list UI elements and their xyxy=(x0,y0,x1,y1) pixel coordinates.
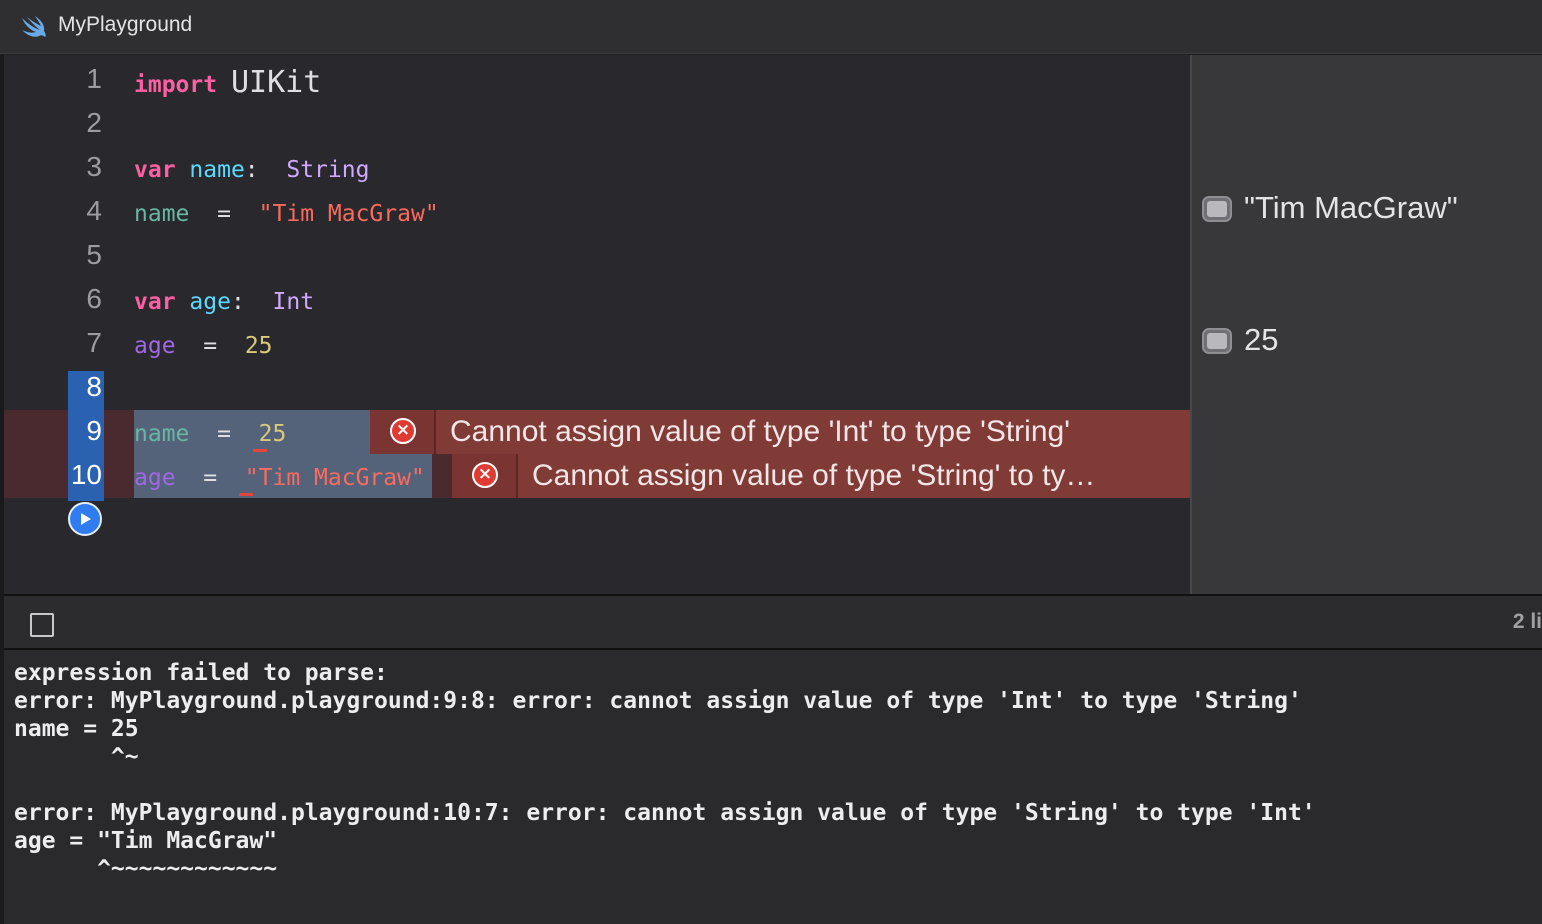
keyword: import xyxy=(134,72,218,98)
code-line[interactable]: age = "Tim MacGraw" xyxy=(134,465,425,491)
line-count-label: 2 li xyxy=(1512,610,1542,633)
line-number[interactable]: 8 xyxy=(4,371,102,403)
result-value: "Tim MacGraw" xyxy=(1244,190,1458,225)
debug-bar: 2 li xyxy=(4,594,1542,650)
hide-console-button[interactable] xyxy=(30,613,54,637)
string-literal: "Tim MacGraw" xyxy=(244,465,425,491)
error-underline xyxy=(253,449,267,452)
line-number: 3 xyxy=(86,151,102,182)
console-line: ^~ xyxy=(14,744,139,770)
console-output[interactable]: expression failed to parse: error: MyPla… xyxy=(4,650,1542,924)
code-line[interactable]: var age: Int xyxy=(134,289,314,315)
keyword: var xyxy=(134,157,176,183)
error-badge[interactable]: × xyxy=(452,454,518,498)
colon: : xyxy=(230,289,245,315)
error-underline xyxy=(239,493,253,496)
operator: = xyxy=(203,465,218,491)
window-title: MyPlayground xyxy=(58,13,193,36)
error-icon: × xyxy=(472,462,498,488)
result-value: 25 xyxy=(1244,322,1279,357)
results-sidebar: "Tim MacGraw" 25 xyxy=(1190,55,1542,594)
keyword: var xyxy=(134,289,176,315)
line-number: 5 xyxy=(86,239,102,270)
line-number: 2 xyxy=(86,107,102,138)
line-number: 4 xyxy=(86,195,102,226)
identifier: age xyxy=(134,333,176,359)
identifier: name xyxy=(134,421,190,447)
line-number: 6 xyxy=(86,283,102,314)
line-number: 1 xyxy=(86,63,102,94)
type-name: String xyxy=(286,157,370,183)
run-button[interactable] xyxy=(68,502,102,536)
quick-look-icon[interactable] xyxy=(1202,196,1232,222)
swift-icon xyxy=(22,16,46,37)
string-literal: "Tim MacGraw" xyxy=(258,201,439,227)
console-line: error: MyPlayground.playground:9:8: erro… xyxy=(14,688,1302,714)
code-line[interactable]: var name: String xyxy=(134,157,369,183)
error-bubble[interactable]: × Cannot assign value of type 'String' t… xyxy=(452,454,1190,498)
identifier: name xyxy=(134,201,190,227)
line-number[interactable]: 10 xyxy=(4,459,102,491)
code-line[interactable]: age = 25 xyxy=(134,333,273,359)
play-icon xyxy=(81,513,91,525)
colon: : xyxy=(244,157,259,183)
operator: = xyxy=(203,333,218,359)
error-message: Cannot assign value of type 'Int' to typ… xyxy=(450,415,1070,448)
quick-look-icon[interactable] xyxy=(1202,328,1232,354)
number-literal: 25 xyxy=(258,421,287,447)
error-icon: × xyxy=(390,418,416,444)
code-line[interactable]: name = "Tim MacGraw" xyxy=(134,201,439,227)
title-bar: MyPlayground xyxy=(0,0,1542,54)
line-number: 7 xyxy=(86,327,102,358)
identifier: age xyxy=(134,465,176,491)
code-line[interactable]: import UIKit xyxy=(134,65,321,100)
line-number[interactable]: 9 xyxy=(4,415,102,447)
code-editor[interactable]: 1 2 3 4 5 6 7 8 9 10 import UIKit var na… xyxy=(4,55,1190,594)
identifier: name xyxy=(189,157,245,183)
number-literal: 25 xyxy=(244,333,273,359)
console-line: ^~~~~~~~~~~~~ xyxy=(14,856,278,882)
identifier: age xyxy=(189,289,231,315)
operator: = xyxy=(217,201,231,227)
console-line: expression failed to parse: xyxy=(14,660,388,686)
module-name: UIKit xyxy=(230,65,322,100)
error-badge[interactable]: × xyxy=(370,410,436,454)
operator: = xyxy=(217,421,231,447)
console-line: age = "Tim MacGraw" xyxy=(14,828,278,854)
console-line: name = 25 xyxy=(14,716,139,742)
error-message: Cannot assign value of type 'String' to … xyxy=(532,459,1096,492)
type-name: Int xyxy=(272,289,315,315)
code-line[interactable]: name = 25 xyxy=(134,421,286,447)
console-line: error: MyPlayground.playground:10:7: err… xyxy=(14,800,1316,826)
error-bubble[interactable]: × Cannot assign value of type 'Int' to t… xyxy=(370,410,1190,454)
